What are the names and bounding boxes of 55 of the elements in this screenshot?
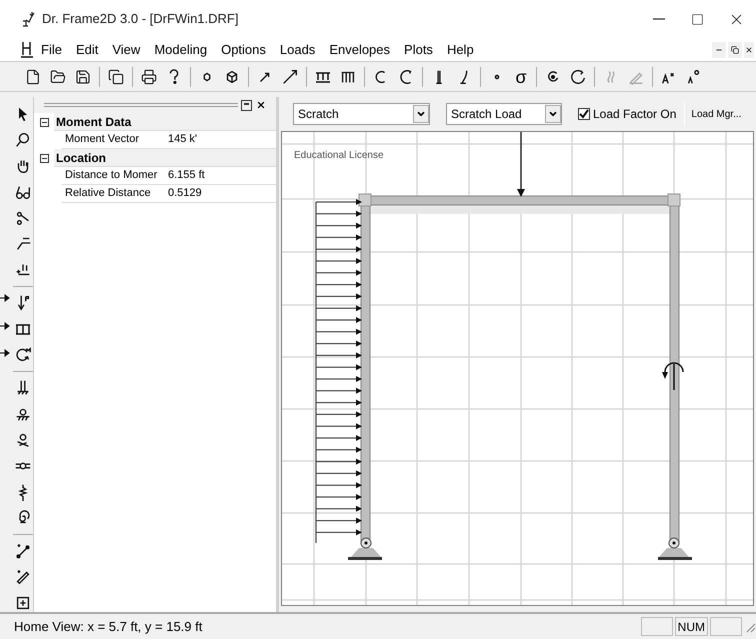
resize-grip-icon: [744, 620, 756, 632]
status-pane: [640, 617, 673, 636]
small-dot-icon: [494, 74, 500, 80]
property-name: Moment Vector: [64, 132, 140, 148]
printer-icon: [141, 68, 157, 84]
menu-item[interactable]: Envelopes: [322, 40, 398, 60]
status-message: Home View: x = 5.7 ft, y = 15.9 ft: [14, 618, 204, 636]
long-arrow-icon: [281, 68, 299, 86]
pointer-arrow-icon: [0, 349, 10, 357]
copy-icon: [108, 68, 124, 84]
menu-item[interactable]: Options: [214, 40, 273, 60]
menu-item[interactable]: View: [105, 40, 148, 60]
property-name: Relative Distance: [64, 186, 152, 202]
pointer-arrow-icon: [0, 322, 10, 330]
load-select[interactable]: Scratch Load: [446, 103, 562, 125]
restore-icon: [731, 46, 739, 54]
menu-item[interactable]: Modeling: [147, 40, 214, 60]
mdi-minimize-button[interactable]: [712, 42, 726, 58]
menu-item[interactable]: File: [34, 40, 69, 60]
minimize-icon: [652, 18, 664, 20]
checkbox-label: Load Factor On: [593, 106, 676, 123]
window-title: Dr. Frame2D 3.0 - [DrFWin1.DRF]: [42, 10, 238, 28]
add-member-icon: [14, 542, 32, 560]
status-pane: [710, 617, 742, 636]
zoom-icon: [14, 131, 32, 150]
mdi-restore-button[interactable]: [728, 42, 742, 58]
menu-item[interactable]: Plots: [397, 40, 440, 60]
section-title: Location: [54, 149, 276, 167]
large-rotation-icon: [569, 68, 587, 86]
open-folder-icon: [50, 68, 66, 84]
status-indicator: NUM: [674, 617, 708, 636]
menu-item[interactable]: Loads: [272, 40, 322, 60]
app-icon: [22, 11, 36, 27]
document-icon: [20, 41, 34, 58]
new-file-icon: [25, 68, 41, 84]
panel-close-button[interactable]: [255, 100, 266, 110]
close-icon: [745, 46, 753, 54]
mdi-close-button[interactable]: [744, 42, 754, 58]
menu-item[interactable]: Edit: [68, 40, 106, 60]
load-factor-checkbox[interactable]: [578, 108, 590, 120]
property-name: Distance to Momer: [64, 168, 158, 184]
property-value: 0.5129: [167, 186, 202, 202]
section-title: Moment Data: [54, 113, 276, 131]
property-value: 6.155 ft: [167, 168, 205, 184]
applied-moment-icon: [14, 346, 32, 364]
load-arrows-icon: [315, 70, 331, 82]
property-value: 145 k': [167, 132, 198, 148]
menu-item[interactable]: Help: [440, 40, 481, 60]
save-icon: [75, 68, 91, 84]
maximize-icon: [691, 12, 704, 26]
license-text: Educational License: [294, 149, 384, 163]
structure-select[interactable]: Scratch: [293, 103, 430, 125]
panel-restore-button[interactable]: [241, 100, 252, 110]
pointer-arrow-icon: [0, 294, 10, 302]
stress-button[interactable]: σ: [511, 66, 531, 88]
